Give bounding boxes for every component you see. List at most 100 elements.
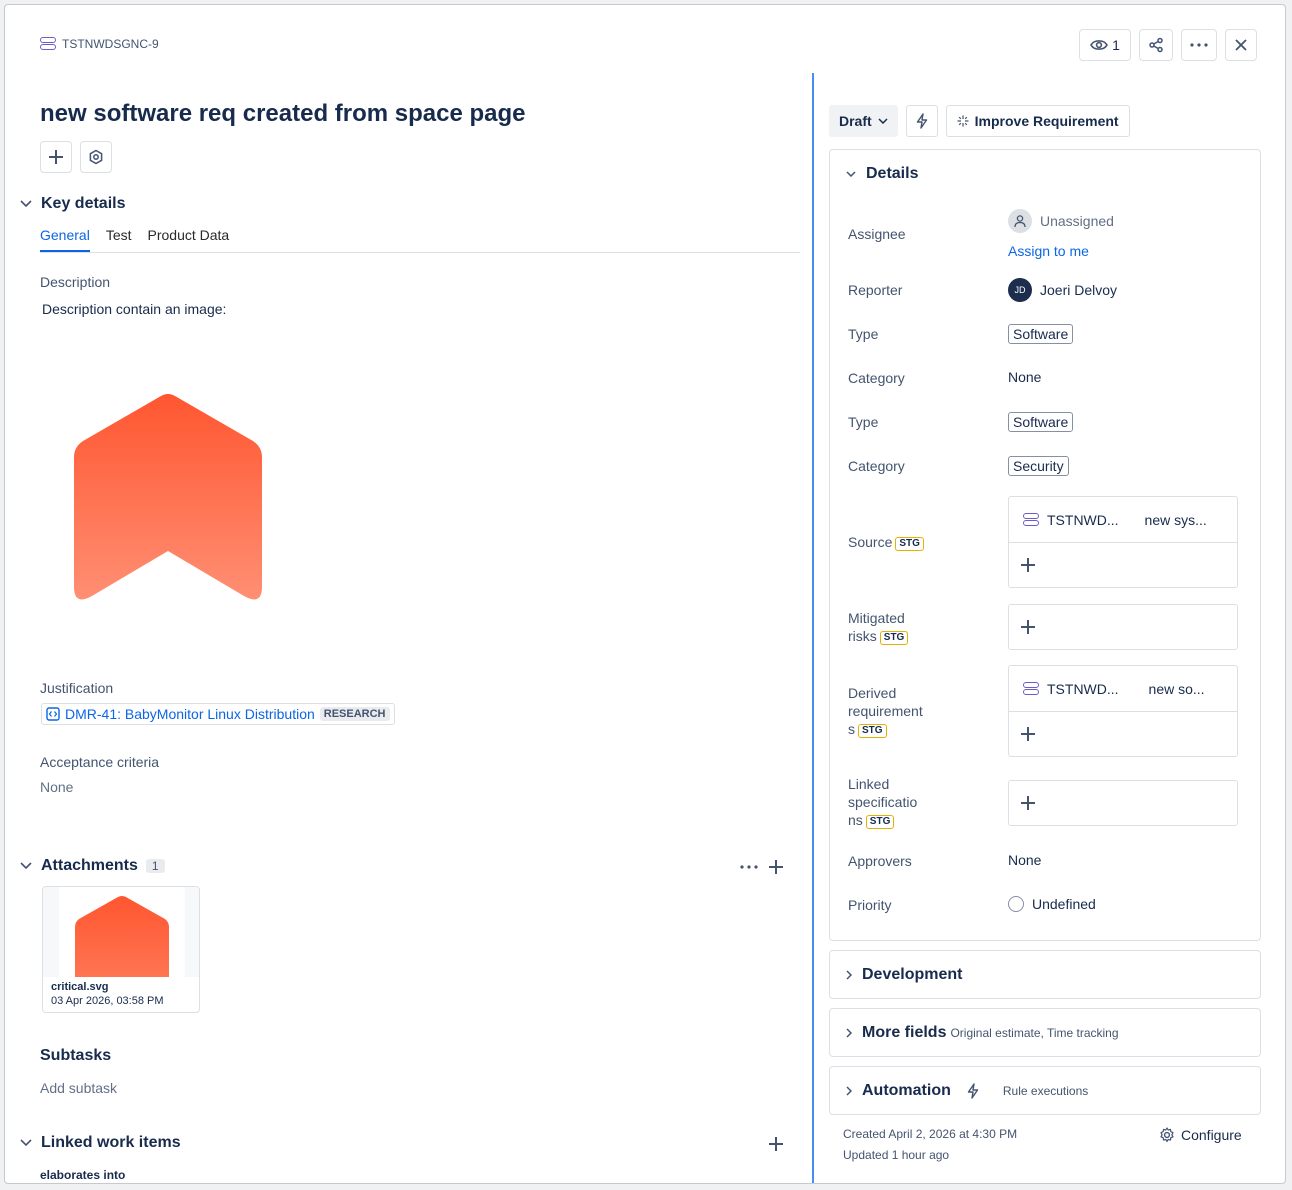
source-key: TSTNWD... — [1047, 511, 1119, 528]
plus-icon — [769, 860, 783, 874]
tab-general[interactable]: General — [40, 227, 90, 252]
lightning-icon — [916, 113, 927, 129]
apps-button[interactable] — [80, 141, 112, 173]
attachment-name: critical.svg — [51, 981, 109, 993]
tab-product-data[interactable]: Product Data — [148, 227, 230, 252]
attachment-thumbnail — [43, 887, 199, 977]
approvers-value[interactable]: None — [1008, 852, 1041, 868]
plus-icon — [1021, 620, 1035, 634]
detail-tabs: General Test Product Data — [40, 227, 800, 253]
type-field[interactable]: Software — [1008, 324, 1074, 344]
assign-to-me-link[interactable]: Assign to me — [1008, 243, 1089, 259]
mitigated-label-line2: risks — [848, 628, 877, 644]
more-icon — [1190, 43, 1208, 47]
add-derived-button[interactable] — [1009, 712, 1237, 756]
hexagon-gear-icon — [89, 149, 103, 165]
attachments-toggle[interactable]: Attachments 1 — [19, 857, 165, 875]
more-fields-heading: More fields — [862, 1024, 947, 1041]
requirement-icon — [1023, 512, 1039, 527]
stg-badge: STG — [858, 724, 887, 738]
derived-key: TSTNWD... — [1047, 680, 1119, 697]
reporter-value: Joeri Delvoy — [1040, 282, 1118, 298]
avatar: JD — [1008, 278, 1032, 302]
linked-spec-label-line2: specificatio — [848, 794, 918, 810]
created-timestamp: Created April 2, 2026 at 4:30 PM — [843, 1127, 1018, 1141]
status-dropdown[interactable]: Draft — [829, 105, 898, 137]
automation-toggle[interactable]: Automation Rule executions — [846, 1082, 1088, 1100]
chevron-down-icon — [846, 171, 856, 177]
acceptance-value[interactable]: None — [40, 779, 73, 795]
chevron-right-icon — [846, 970, 852, 980]
description-label: Description — [40, 274, 111, 290]
research-badge: RESEARCH — [319, 707, 390, 721]
derived-label-line3: s — [848, 721, 855, 737]
more-actions-button[interactable] — [1181, 29, 1217, 61]
key-details-toggle[interactable]: Key details — [19, 195, 125, 213]
add-mitigated-risk-button[interactable] — [1009, 605, 1237, 649]
linked-spec-box — [1008, 780, 1238, 826]
add-source-button[interactable] — [1009, 543, 1237, 587]
sparkle-icon — [957, 115, 969, 127]
assignee-field[interactable]: Unassigned — [1008, 209, 1114, 233]
add-linked-work-button[interactable] — [768, 1136, 784, 1152]
more-icon — [740, 865, 758, 869]
plus-icon — [1021, 796, 1035, 810]
source-label-text: Source — [848, 534, 893, 550]
attachments-count: 1 — [145, 859, 165, 873]
automation-subtitle: Rule executions — [1002, 1084, 1089, 1098]
improve-requirement-button[interactable]: Improve Requirement — [945, 105, 1130, 137]
automation-button[interactable] — [905, 105, 938, 137]
derived-label-line1: Derived — [848, 685, 897, 701]
requirement-icon — [40, 37, 56, 51]
stg-badge: STG — [879, 631, 909, 645]
add-subtask-button[interactable]: Add subtask — [40, 1080, 117, 1096]
attachment-date: 03 Apr 2026, 03:58 PM — [51, 995, 164, 1007]
type2-label: Type — [848, 414, 879, 430]
configure-button[interactable]: Configure — [1159, 1127, 1242, 1143]
acceptance-label: Acceptance criteria — [40, 754, 160, 770]
attachment-card[interactable]: critical.svg 03 Apr 2026, 03:58 PM — [42, 886, 200, 1013]
development-toggle[interactable]: Development — [846, 966, 962, 984]
configure-label: Configure — [1181, 1127, 1242, 1143]
add-attachment-button[interactable] — [768, 859, 784, 875]
attachments-more-button[interactable] — [739, 859, 759, 875]
type2-field[interactable]: Software — [1008, 412, 1074, 432]
more-fields-toggle[interactable]: More fields Original estimate, Time trac… — [846, 1024, 1119, 1042]
description-text[interactable]: Description contain an image: — [42, 301, 226, 317]
linked-work-toggle[interactable]: Linked work items — [19, 1134, 181, 1152]
source-link-row[interactable]: TSTNWD... new sys... — [1009, 497, 1237, 543]
assignee-label: Assignee — [848, 226, 906, 242]
derived-link-row[interactable]: TSTNWD... new so... — [1009, 666, 1237, 712]
source-summary: new sys... — [1144, 511, 1207, 528]
critical-image[interactable] — [73, 393, 263, 603]
source-label: Source STG — [848, 533, 924, 551]
link-relation-label: elaborates into — [40, 1168, 126, 1182]
category-value[interactable]: None — [1008, 369, 1041, 385]
type2-value: Software — [1008, 412, 1074, 432]
pane-divider[interactable] — [812, 73, 814, 1183]
chevron-right-icon — [846, 1086, 852, 1096]
justification-link-text[interactable]: DMR-41: BabyMonitor Linux Distribution — [65, 706, 315, 722]
share-button[interactable] — [1139, 29, 1173, 61]
linked-work-heading: Linked work items — [41, 1134, 181, 1151]
linked-spec-label-line1: Linked — [848, 776, 890, 792]
priority-field[interactable]: Undefined — [1008, 896, 1096, 912]
category2-field[interactable]: Security — [1008, 456, 1069, 476]
watch-button[interactable]: 1 — [1079, 29, 1131, 61]
issue-key[interactable]: TSTNWDSGNC-9 — [62, 37, 159, 51]
page-title[interactable]: new software req created from space page — [40, 100, 526, 128]
close-button[interactable] — [1225, 29, 1257, 61]
mitigated-risks-box — [1008, 604, 1238, 650]
lightning-icon — [967, 1083, 979, 1099]
tab-test[interactable]: Test — [106, 227, 132, 252]
eye-icon — [1090, 40, 1109, 50]
breadcrumb[interactable]: TSTNWDSGNC-9 — [40, 37, 159, 51]
linked-spec-label: Linked specificatio ns STG — [848, 775, 917, 829]
mitigated-label-line1: Mitigated — [848, 610, 905, 626]
add-linked-spec-button[interactable] — [1009, 781, 1237, 825]
justification-link[interactable]: DMR-41: BabyMonitor Linux Distribution R… — [41, 703, 395, 725]
details-toggle[interactable]: Details — [846, 165, 918, 183]
add-button[interactable] — [40, 141, 72, 173]
plus-icon — [769, 1137, 783, 1151]
reporter-field[interactable]: JD Joeri Delvoy — [1008, 278, 1117, 302]
